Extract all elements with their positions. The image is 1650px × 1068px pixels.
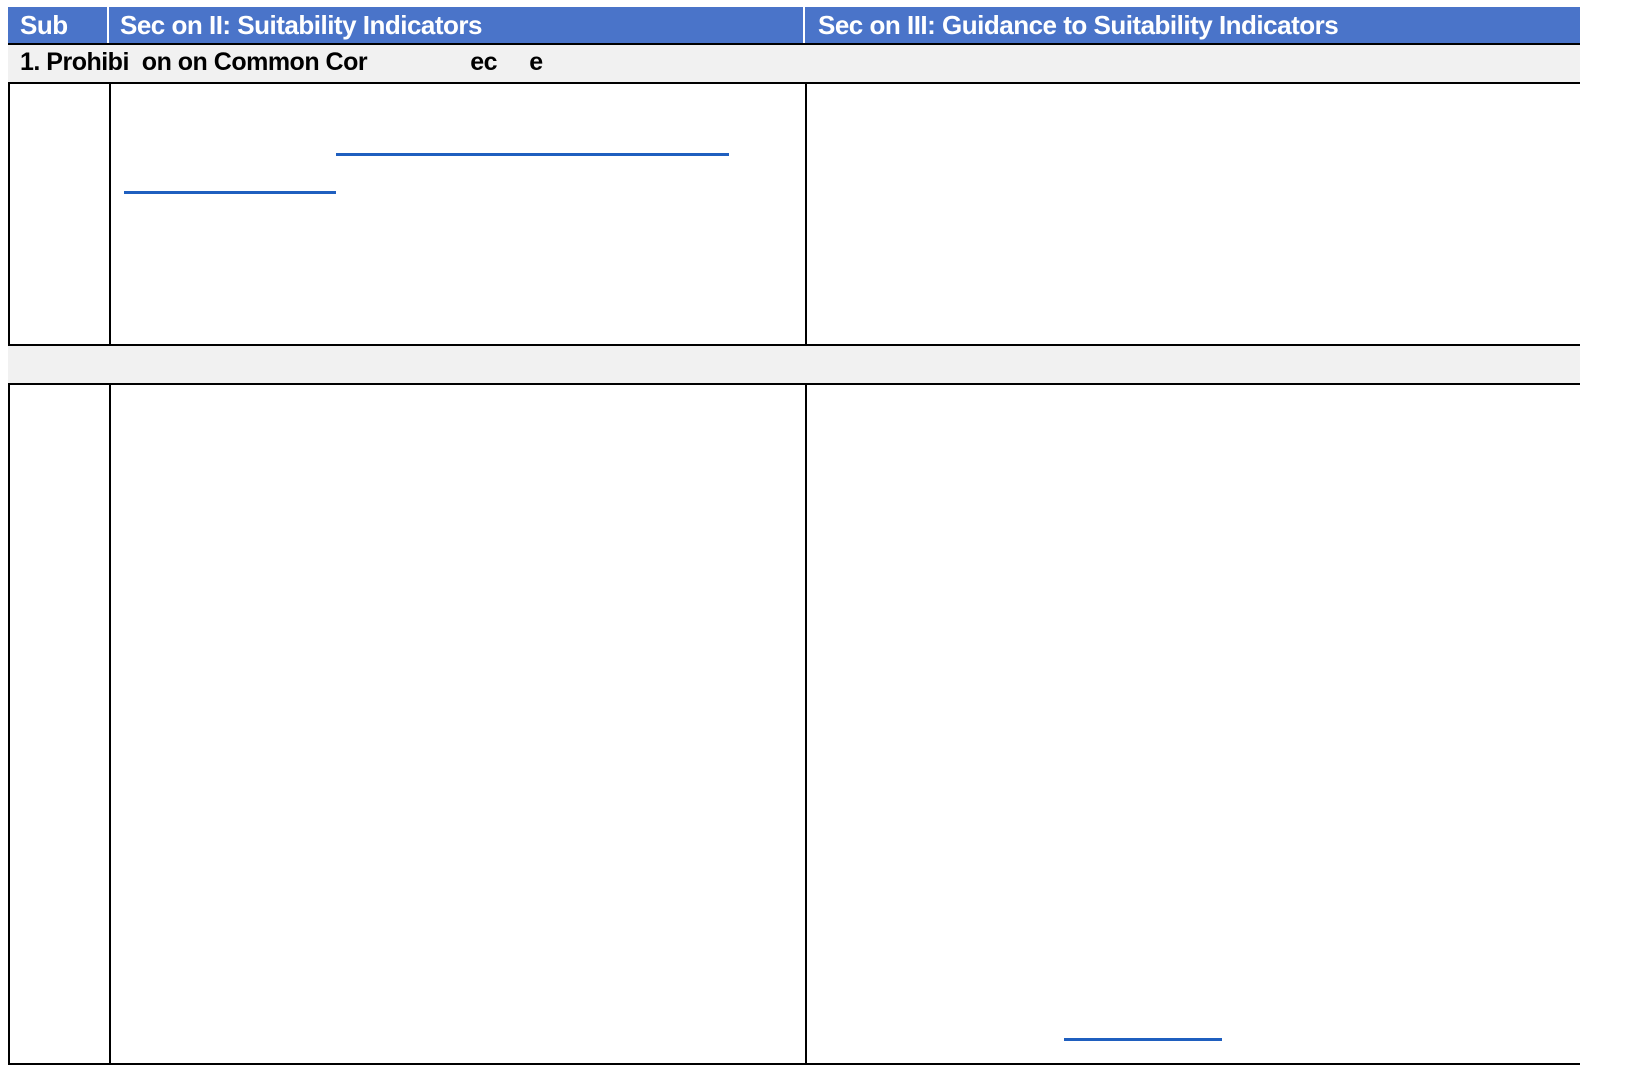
column-divider: [109, 84, 111, 346]
hyperlink-underline[interactable]: [1064, 1038, 1222, 1041]
header-sub-column: Sub: [20, 10, 68, 40]
table-header-row: Sub Sec on II: Suitability Indicators Se…: [8, 7, 1580, 43]
section-band-1: 1. Prohibi on on Common Cor ec e: [8, 43, 1580, 84]
section-band-2: [8, 344, 1580, 385]
column-divider: [109, 385, 111, 1065]
hyperlink-underline[interactable]: [124, 191, 336, 194]
header-divider: [107, 7, 109, 43]
column-divider: [805, 84, 807, 346]
header-section-ii: Sec on II: Suitability Indicators: [120, 10, 483, 40]
header-section-iii: Sec on III: Guidance to Suitability Indi…: [818, 10, 1339, 40]
header-divider: [803, 7, 805, 43]
document-page: Sub Sec on II: Suitability Indicators Se…: [0, 0, 1650, 1068]
column-divider: [805, 385, 807, 1065]
section-band-title: 1. Prohibi on on Common Cor ec e: [20, 48, 543, 76]
table-row: [8, 84, 1580, 346]
hyperlink-underline[interactable]: [336, 153, 729, 156]
table-row: [8, 385, 1580, 1065]
suitability-table: Sub Sec on II: Suitability Indicators Se…: [8, 7, 1580, 1065]
